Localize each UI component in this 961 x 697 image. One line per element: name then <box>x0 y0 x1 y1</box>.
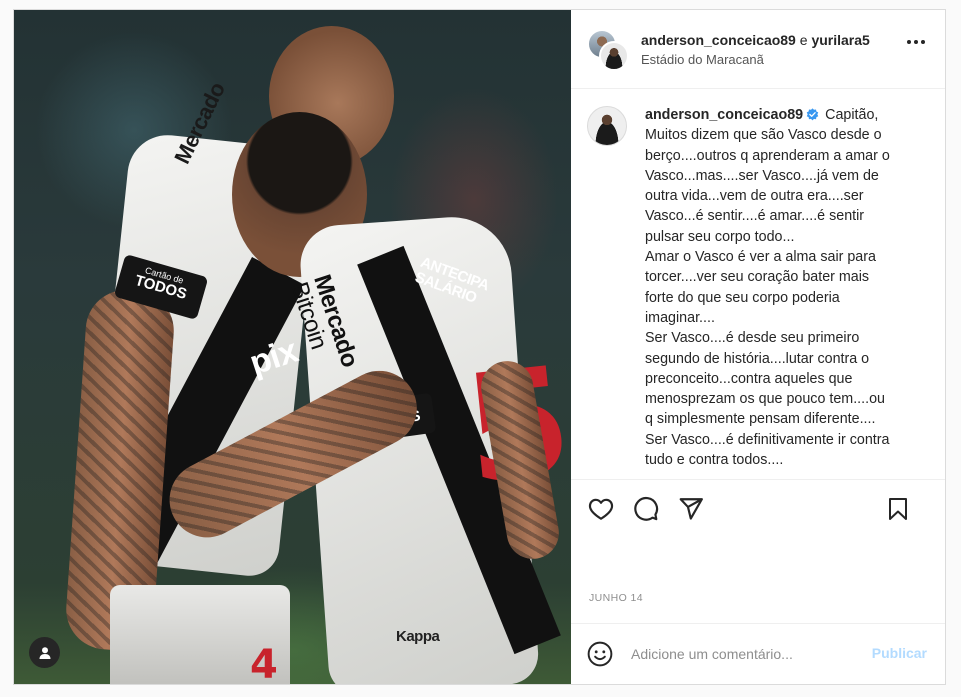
verified-icon <box>806 108 819 121</box>
more-dot <box>914 40 918 44</box>
more-dot <box>921 40 925 44</box>
shirt-brand: Kappa <box>396 628 440 645</box>
comment-button[interactable] <box>632 495 660 523</box>
caption-line-17: tudo e contra todos.... <box>645 452 784 469</box>
date-area: JUNHO 14 <box>571 538 945 624</box>
more-icon[interactable] <box>907 40 925 44</box>
save-button[interactable] <box>884 495 912 523</box>
caption-line-16: Ser Vasco....é definitivamente ir contra <box>645 431 890 448</box>
share-button[interactable] <box>677 495 705 523</box>
username-link-1[interactable]: anderson_conceicao89 <box>641 32 796 48</box>
caption-username[interactable]: anderson_conceicao89 <box>645 107 803 123</box>
post-sidebar: anderson_conceicao89 e yurilara5 Estádio… <box>571 10 945 684</box>
comment-form: Publicar <box>571 624 945 684</box>
caption-line-0: Capitão, <box>825 107 879 123</box>
like-button[interactable] <box>587 495 615 523</box>
comment-input[interactable] <box>629 645 853 663</box>
location-link[interactable]: Estádio do Maracanã <box>641 52 870 67</box>
post-photo[interactable]: Mercado pix Cartão de TODOS 4 Mercado Bi… <box>14 10 571 684</box>
emoji-icon[interactable] <box>587 641 613 667</box>
caption-line-9: forte do que seu corpo poderia <box>645 289 840 306</box>
caption-line-1: Muitos dizem que são Vasco desde o <box>645 127 882 144</box>
collab-avatars[interactable] <box>587 29 629 71</box>
shorts-number: 4 <box>250 642 278 684</box>
caption-line-3: Vasco...mas....ser Vasco....já vem de <box>645 167 879 184</box>
post-date[interactable]: JUNHO 14 <box>589 592 643 604</box>
username-link-2[interactable]: yurilara5 <box>811 32 869 48</box>
action-bar <box>571 480 945 538</box>
caption-line-12: segundo de história....lutar contra o <box>645 350 870 367</box>
collab-names: anderson_conceicao89 e yurilara5 <box>641 32 870 48</box>
caption-text: anderson_conceicao89 Capitão, Muitos diz… <box>645 105 929 479</box>
caption-line-13: preconceito...contra aqueles que <box>645 370 853 387</box>
more-dot <box>907 40 911 44</box>
caption-line-6: pulsar seu corpo todo... <box>645 228 795 245</box>
bookmark-icon <box>889 498 907 520</box>
caption-line-15: q simplesmente pensam diferente.... <box>645 411 876 428</box>
user-tag-button[interactable] <box>29 637 60 668</box>
caption-line-10: imaginar.... <box>645 309 715 326</box>
caption-line: anderson_conceicao89 Capitão, <box>645 105 929 125</box>
caption-line-11: Ser Vasco....é desde seu primeiro <box>645 330 860 347</box>
post-container: Mercado pix Cartão de TODOS 4 Mercado Bi… <box>13 9 946 685</box>
header-names: anderson_conceicao89 e yurilara5 Estádio… <box>641 32 870 67</box>
caption-area: anderson_conceicao89 Capitão, Muitos diz… <box>571 89 945 480</box>
caption-line-5: Vasco...é sentir....é amar....é sentir <box>645 208 865 225</box>
heart-icon <box>588 498 614 520</box>
caption-line-7: Amar o Vasco é ver a alma sair para <box>645 249 876 266</box>
comment-icon <box>634 496 659 521</box>
share-icon <box>679 498 703 520</box>
caption-avatar[interactable] <box>587 106 627 146</box>
publish-button[interactable]: Publicar <box>872 645 927 661</box>
user-tag-icon <box>39 646 50 659</box>
caption-line-2: berço....outros q aprenderam a amar o <box>645 147 890 164</box>
conjunction-text: e <box>795 31 812 48</box>
avatar-yurilara[interactable] <box>599 41 629 71</box>
post-header: anderson_conceicao89 e yurilara5 Estádio… <box>571 10 945 89</box>
caption-line-8: torcer....ver seu coração bater mais <box>645 269 870 286</box>
caption-line-14: menosprezam os que pouco tem....ou <box>645 391 886 408</box>
caption-line-4: outra vida...vem de outra era....ser <box>645 188 864 205</box>
